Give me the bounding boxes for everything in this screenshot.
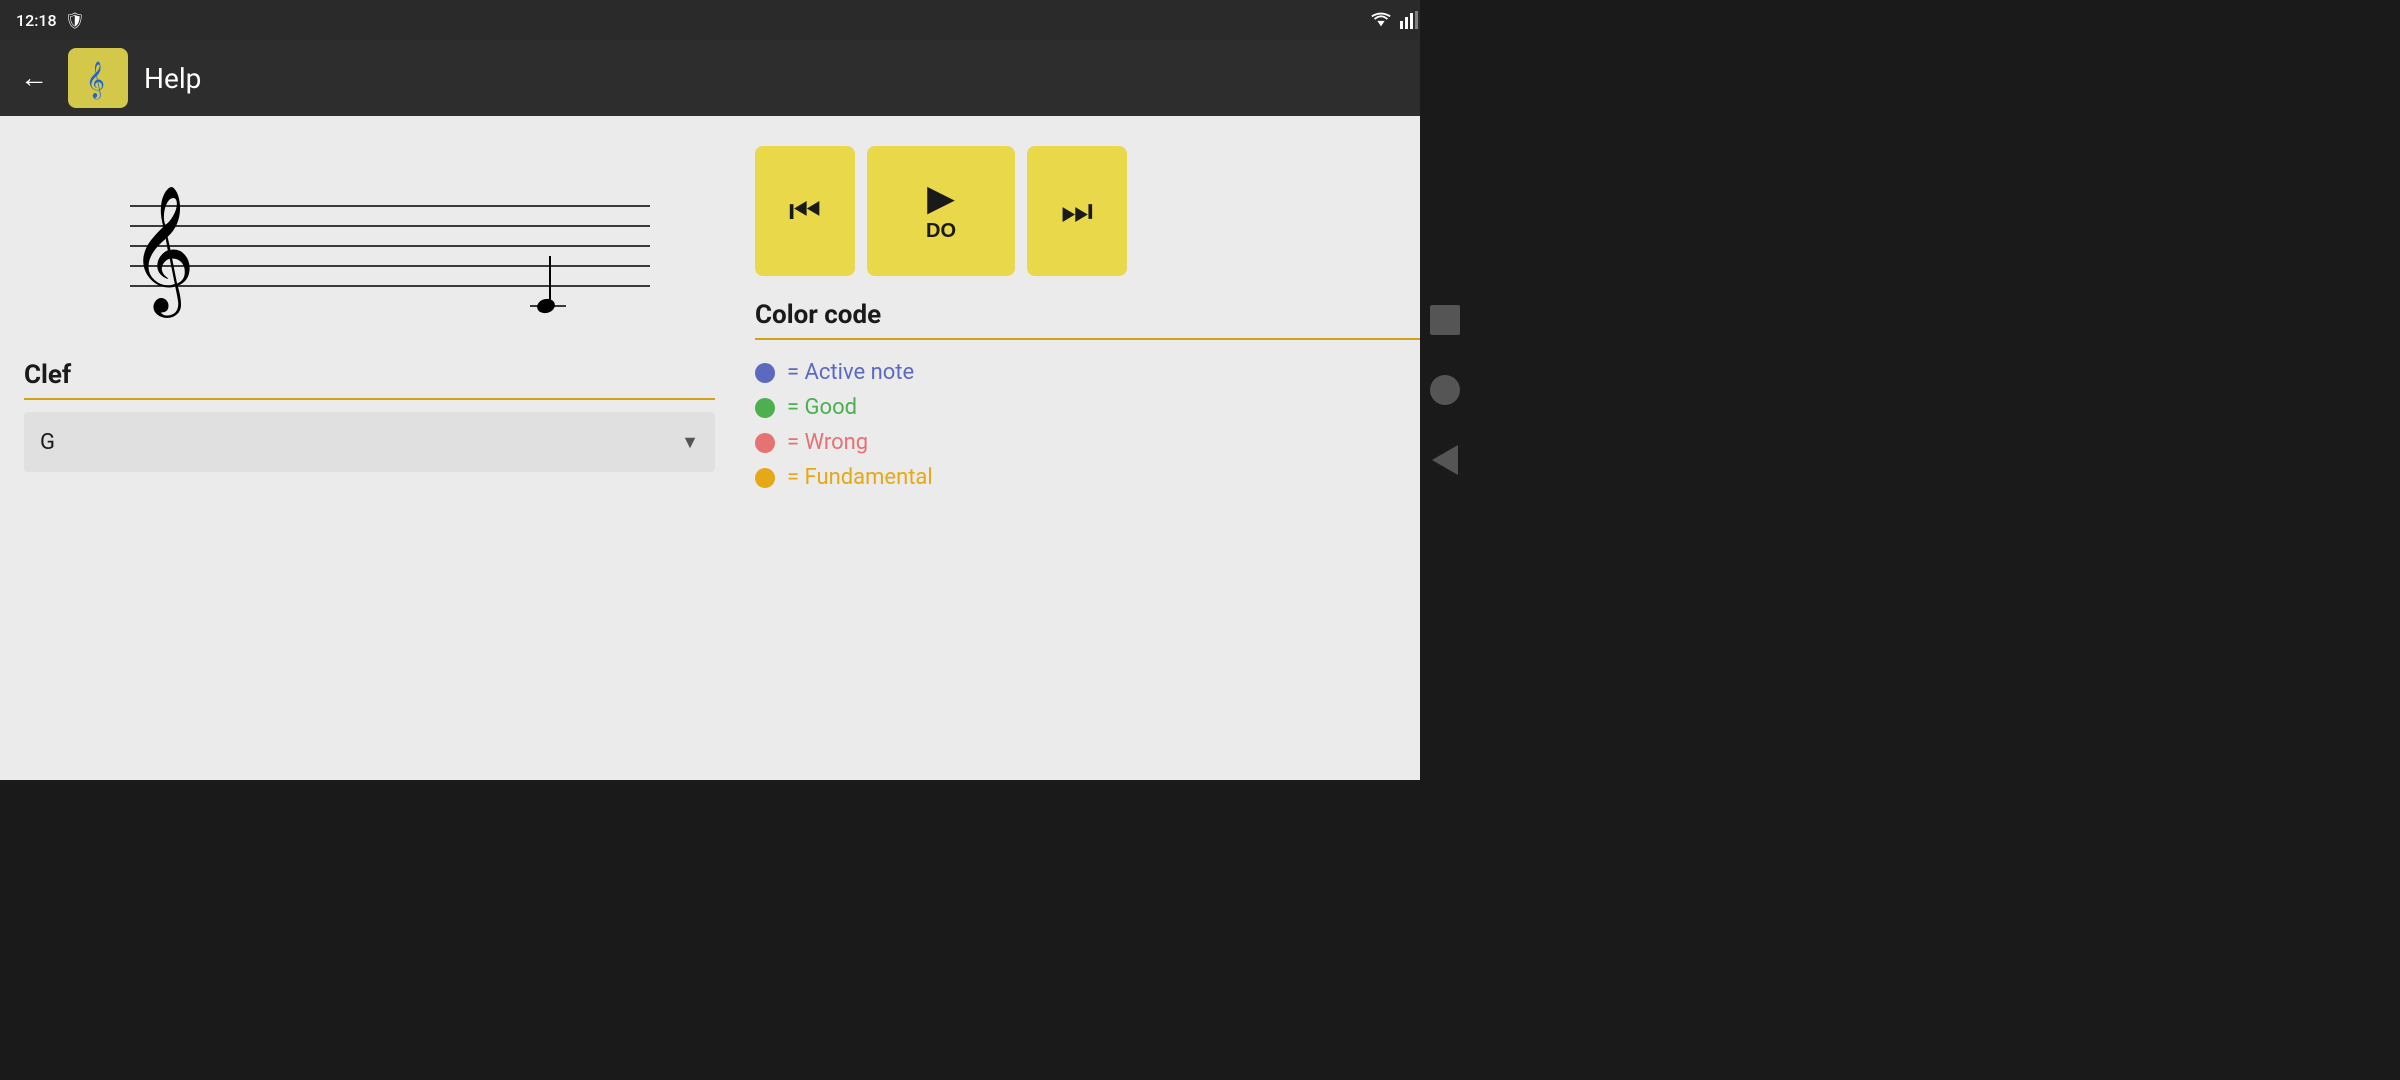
right-panel: ⏮ ▶ DO ⏭ Color code = Active n xyxy=(755,136,1446,760)
fundamental-label: = Fundamental xyxy=(787,465,933,490)
color-item-wrong: = Wrong xyxy=(755,430,1446,455)
staff-area: 𝄞 xyxy=(24,136,715,336)
left-panel: 𝄞 Clef G ▼ xyxy=(24,136,715,760)
clef-section: Clef G ▼ xyxy=(24,360,715,472)
color-code-divider xyxy=(755,338,1446,340)
staff-notation: 𝄞 xyxy=(70,146,670,326)
color-items-list: = Active note = Good = Wrong xyxy=(755,352,1446,490)
active-note-dot xyxy=(755,363,775,383)
skip-back-icon: ⏮ xyxy=(789,193,821,229)
app-title: Help xyxy=(144,62,1398,95)
color-item-active: = Active note xyxy=(755,360,1446,385)
color-item-fundamental: = Fundamental xyxy=(755,465,1446,490)
next-button[interactable]: ⏭ xyxy=(1027,146,1127,276)
wrong-dot xyxy=(755,433,775,453)
app-icon: 𝄞 xyxy=(68,48,128,108)
clef-selected-value: G xyxy=(40,430,55,455)
play-icon: ▶ xyxy=(927,180,955,216)
shield-icon: 🛡 xyxy=(65,11,85,30)
device-frame: 12:18 🛡 ← xyxy=(0,0,1470,780)
playback-controls: ⏮ ▶ DO ⏭ xyxy=(755,136,1446,276)
play-note-label: DO xyxy=(926,220,956,243)
nav-back-button[interactable] xyxy=(1432,445,1458,475)
color-code-title: Color code xyxy=(755,300,1446,330)
good-dot xyxy=(755,398,775,418)
clef-section-title: Clef xyxy=(24,360,715,390)
clef-dropdown[interactable]: G ▼ xyxy=(24,412,715,472)
app-bar: ← 𝄞 Help xyxy=(0,40,1470,116)
active-note-label: = Active note xyxy=(787,360,914,385)
nav-circle-button[interactable] xyxy=(1430,375,1460,405)
good-label: = Good xyxy=(787,395,857,420)
wifi-icon xyxy=(1370,11,1392,29)
fundamental-dot xyxy=(755,468,775,488)
svg-text:𝄞: 𝄞 xyxy=(86,61,105,99)
main-content: 𝄞 Clef G ▼ xyxy=(0,116,1470,780)
side-nav xyxy=(1420,0,1470,780)
color-item-good: = Good xyxy=(755,395,1446,420)
status-bar: 12:18 🛡 xyxy=(0,0,1470,40)
nav-square-button[interactable] xyxy=(1430,305,1460,335)
back-button[interactable]: ← xyxy=(16,58,52,98)
svg-text:𝄞: 𝄞 xyxy=(130,187,195,318)
play-button[interactable]: ▶ DO xyxy=(867,146,1015,276)
time-display: 12:18 xyxy=(16,11,57,30)
chevron-down-icon: ▼ xyxy=(681,432,699,453)
prev-button[interactable]: ⏮ xyxy=(755,146,855,276)
wrong-label: = Wrong xyxy=(787,430,868,455)
clef-divider xyxy=(24,398,715,400)
signal-icon xyxy=(1400,11,1418,29)
skip-forward-icon: ⏭ xyxy=(1061,193,1093,229)
color-code-section: Color code = Active note = Good xyxy=(755,300,1446,490)
